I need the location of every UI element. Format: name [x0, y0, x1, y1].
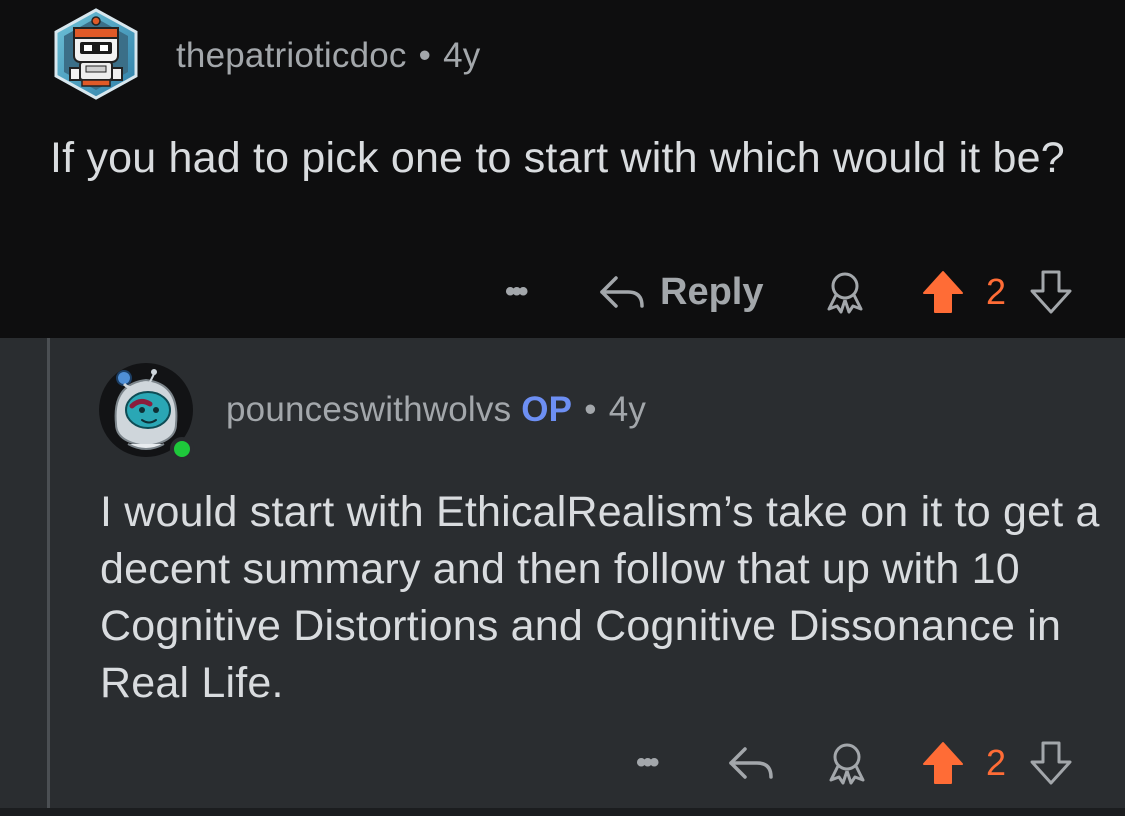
more-icon: ••• — [505, 275, 528, 308]
comment-age: 4y — [443, 36, 481, 75]
robot-avatar-icon — [54, 8, 138, 100]
comment-body: If you had to pick one to start with whi… — [50, 134, 1065, 182]
reply-button[interactable]: Reply — [598, 262, 763, 322]
downvote-icon — [1030, 741, 1072, 785]
op-badge: OP — [521, 390, 573, 429]
more-options-button[interactable]: ••• — [505, 262, 528, 322]
upvote-icon — [923, 271, 963, 313]
vote-score: 2 — [986, 271, 1007, 312]
username-link[interactable]: thepatrioticdoc — [176, 36, 407, 75]
online-status-icon — [170, 437, 194, 461]
meta-separator: • — [584, 390, 597, 429]
award-button[interactable] — [822, 262, 868, 322]
vote-score: 2 — [986, 742, 1007, 783]
award-icon — [829, 743, 865, 785]
reply-body: I would start with EthicalRealism’s take… — [100, 488, 1100, 707]
vote-count: 2 — [986, 262, 1006, 322]
award-button[interactable] — [824, 733, 870, 793]
reply-actions: ••• 2 — [0, 733, 1125, 793]
more-icon: ••• — [636, 746, 659, 779]
downvote-icon — [1030, 270, 1072, 314]
avatar[interactable] — [50, 8, 142, 100]
comment-meta: thepatrioticdoc • 4y — [176, 36, 480, 76]
upvote-button[interactable] — [920, 262, 966, 322]
upvote-icon — [923, 742, 963, 784]
vote-count: 2 — [986, 733, 1006, 793]
award-icon — [827, 272, 863, 314]
reply-label: Reply — [660, 270, 764, 313]
upvote-button[interactable] — [920, 733, 966, 793]
username-link[interactable]: pounceswithwolvs — [226, 390, 511, 429]
reply-meta: pounceswithwolvs OP • 4y — [226, 390, 646, 430]
downvote-button[interactable] — [1028, 262, 1074, 322]
downvote-button[interactable] — [1028, 733, 1074, 793]
meta-separator: • — [418, 36, 432, 75]
reply-button[interactable] — [727, 733, 775, 793]
reply-arrow-icon — [600, 276, 644, 308]
more-options-button[interactable]: ••• — [636, 733, 659, 793]
reply-arrow-icon — [729, 747, 773, 779]
comment-actions: ••• Reply 2 — [0, 262, 1125, 322]
bottom-divider — [0, 808, 1125, 816]
reply-age: 4y — [608, 390, 647, 429]
